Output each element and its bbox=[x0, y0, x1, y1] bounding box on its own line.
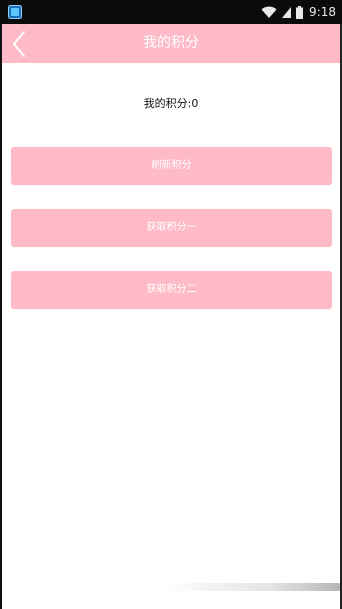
bottom-shadow bbox=[160, 583, 342, 591]
status-icons: 9:18 bbox=[261, 0, 336, 24]
get-points-one-button[interactable]: 获取积分一 bbox=[11, 209, 332, 247]
signal-icon bbox=[282, 6, 292, 18]
status-bar: 9:18 bbox=[0, 0, 342, 24]
app-icon bbox=[8, 5, 22, 19]
battery-icon bbox=[296, 5, 304, 19]
get-points-two-button[interactable]: 获取积分二 bbox=[11, 271, 332, 309]
title-bar: 我的积分 bbox=[0, 24, 342, 63]
page-title: 我的积分 bbox=[143, 35, 199, 51]
wifi-icon bbox=[261, 6, 277, 18]
app-screen: 9:18 我的积分 我的积分:0 刷新积分 获取积分一 获取积分二 bbox=[0, 0, 342, 609]
refresh-points-button[interactable]: 刷新积分 bbox=[11, 147, 332, 185]
left-edge bbox=[0, 24, 2, 609]
status-time: 9:18 bbox=[309, 5, 336, 19]
points-display: 我的积分:0 bbox=[143, 97, 199, 110]
